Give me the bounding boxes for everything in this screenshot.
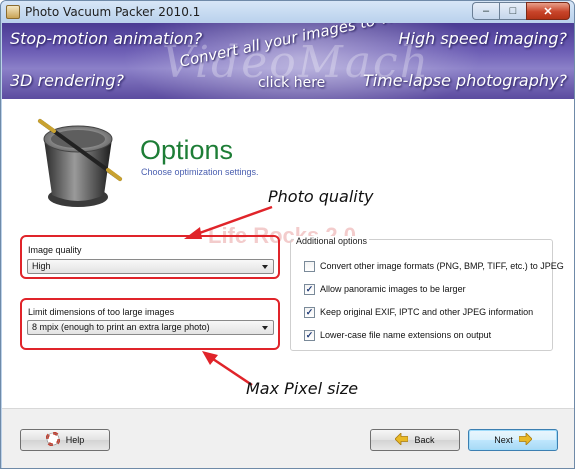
image-quality-select[interactable]: High — [27, 259, 274, 274]
chevron-down-icon — [262, 326, 268, 330]
options-page: Options Choose optimization settings. Li… — [2, 99, 574, 409]
maximize-button[interactable]: □ — [499, 2, 526, 20]
option-allow-panoramic[interactable]: ✓ Allow panoramic images to be larger — [304, 282, 466, 296]
checkbox[interactable]: ✓ — [304, 283, 315, 295]
lifebuoy-icon — [45, 431, 61, 448]
page-subtitle: Choose optimization settings. — [141, 167, 259, 177]
checkbox[interactable]: ✓ — [304, 306, 315, 318]
option-convert-formats[interactable]: Convert other image formats (PNG, BMP, T… — [304, 259, 564, 273]
app-icon — [6, 5, 20, 19]
next-arrow-icon — [518, 432, 533, 447]
app-window: Photo Vacuum Packer 2010.1 – □ ✕ VideoMa… — [0, 0, 575, 469]
limit-dimensions-label: Limit dimensions of too large images — [28, 307, 175, 317]
window-controls: – □ ✕ — [472, 2, 570, 20]
banner-text-3d-rendering: 3D rendering? — [10, 71, 124, 90]
limit-dimensions-select[interactable]: 8 mpix (enough to print an extra large p… — [27, 320, 274, 335]
page-title: Options — [140, 135, 234, 165]
title-bar[interactable]: Photo Vacuum Packer 2010.1 – □ ✕ — [1, 1, 574, 23]
chevron-down-icon — [262, 265, 268, 269]
image-quality-value: High — [32, 261, 51, 271]
wizard-button-bar: Help Back Next — [2, 409, 574, 468]
checkbox[interactable]: ✓ — [304, 329, 315, 341]
option-label: Lower-case file name extensions on outpu… — [320, 330, 492, 340]
close-button[interactable]: ✕ — [526, 2, 570, 20]
image-quality-label: Image quality — [28, 245, 82, 255]
promo-banner[interactable]: VideoMach Stop-motion animation? High sp… — [2, 23, 574, 99]
banner-text-stop-motion: Stop-motion animation? — [10, 29, 203, 48]
option-label: Convert other image formats (PNG, BMP, T… — [320, 261, 564, 271]
banner-text-high-speed: High speed imaging? — [398, 29, 567, 48]
back-arrow-icon — [394, 432, 409, 447]
next-button[interactable]: Next — [468, 429, 558, 451]
annotation-photo-quality: Photo quality — [268, 187, 374, 206]
window-title: Photo Vacuum Packer 2010.1 — [25, 5, 201, 19]
option-label: Allow panoramic images to be larger — [320, 284, 466, 294]
additional-options-title: Additional options — [294, 236, 370, 246]
banner-click-here-link[interactable]: click here — [258, 75, 325, 91]
next-label: Next — [494, 435, 513, 445]
minimize-button[interactable]: – — [472, 2, 499, 20]
checkbox[interactable] — [304, 260, 315, 272]
banner-text-time-lapse: Time-lapse photography? — [362, 71, 567, 90]
option-label: Keep original EXIF, IPTC and other JPEG … — [320, 307, 534, 317]
help-label: Help — [65, 435, 85, 445]
magic-hat-icon — [38, 119, 122, 207]
help-button[interactable]: Help — [20, 429, 110, 451]
back-button[interactable]: Back — [370, 429, 460, 451]
option-keep-exif[interactable]: ✓ Keep original EXIF, IPTC and other JPE… — [304, 305, 533, 319]
annotation-max-pixel-size: Max Pixel size — [246, 379, 359, 398]
option-lowercase-extensions[interactable]: ✓ Lower-case file name extensions on out… — [304, 328, 491, 342]
limit-dimensions-value: 8 mpix (enough to print an extra large p… — [32, 322, 210, 332]
back-label: Back — [414, 435, 435, 445]
